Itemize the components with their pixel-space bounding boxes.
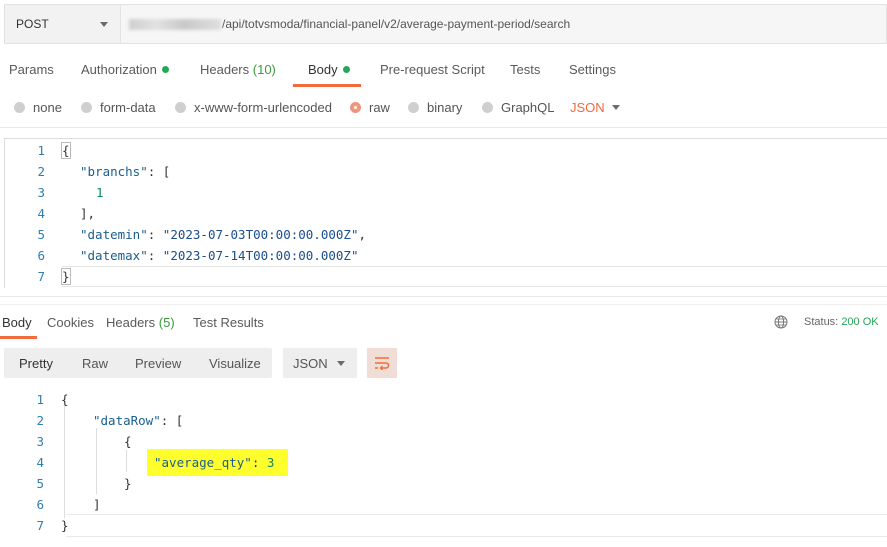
status-badge: 200 OK bbox=[841, 316, 879, 328]
line-number: 1 bbox=[37, 143, 45, 158]
divider bbox=[0, 127, 887, 128]
radio-icon bbox=[14, 102, 25, 113]
code-line: } bbox=[61, 518, 69, 533]
radio-none[interactable]: none bbox=[14, 100, 62, 115]
tab-tests[interactable]: Tests bbox=[510, 62, 540, 77]
radio-icon bbox=[408, 102, 419, 113]
status-readout: Status: 200 OK bbox=[804, 316, 879, 328]
code-line: { bbox=[61, 392, 69, 407]
radio-icon bbox=[81, 102, 92, 113]
code-line: { bbox=[61, 142, 71, 159]
radio-raw[interactable]: raw bbox=[350, 100, 390, 115]
view-mode-group: Pretty Raw Preview Visualize bbox=[4, 348, 272, 378]
tab-response-body[interactable]: Body bbox=[2, 315, 32, 330]
wrap-lines-button[interactable] bbox=[367, 348, 397, 378]
line-number: 7 bbox=[36, 518, 44, 533]
line-number: 5 bbox=[37, 227, 45, 242]
url-input[interactable]: /api/totvsmoda/financial-panel/v2/averag… bbox=[120, 4, 887, 44]
line-number: 1 bbox=[36, 392, 44, 407]
tab-response-headers[interactable]: Headers (5) bbox=[106, 315, 175, 330]
response-format-select[interactable]: JSON bbox=[283, 348, 357, 378]
body-type-selector: none form-data x-www-form-urlencoded raw… bbox=[0, 96, 887, 120]
line-number: 5 bbox=[36, 476, 44, 491]
view-raw-button[interactable]: Raw bbox=[82, 356, 108, 371]
tab-settings[interactable]: Settings bbox=[569, 62, 616, 77]
radio-form-data[interactable]: form-data bbox=[81, 100, 156, 115]
tab-cookies[interactable]: Cookies bbox=[47, 315, 94, 330]
method-label: POST bbox=[16, 17, 49, 31]
wrap-lines-icon bbox=[375, 357, 390, 370]
code-line: "datemax": "2023-07-14T00:00:00.000Z" bbox=[80, 248, 359, 263]
radio-graphql[interactable]: GraphQL bbox=[482, 100, 554, 115]
code-line: } bbox=[124, 476, 132, 491]
url-bar: POST /api/totvsmoda/financial-panel/v2/a… bbox=[4, 4, 887, 44]
code-line: ] bbox=[93, 497, 101, 512]
view-visualize-button[interactable]: Visualize bbox=[209, 356, 261, 371]
active-tab-indicator bbox=[0, 336, 37, 339]
code-line: 1 bbox=[96, 185, 104, 200]
tab-headers[interactable]: Headers (10) bbox=[200, 62, 276, 77]
line-number: 4 bbox=[36, 455, 44, 470]
raw-format-select[interactable]: JSON bbox=[570, 100, 605, 115]
radio-x-www-form-urlencoded[interactable]: x-www-form-urlencoded bbox=[175, 100, 332, 115]
line-number: 2 bbox=[36, 413, 44, 428]
divider bbox=[0, 296, 887, 297]
line-number: 6 bbox=[37, 248, 45, 263]
tab-authorization[interactable]: Authorization bbox=[81, 62, 169, 77]
radio-selected-icon bbox=[350, 102, 361, 113]
method-select[interactable]: POST bbox=[4, 4, 120, 44]
tab-pre-request-script[interactable]: Pre-request Script bbox=[380, 62, 485, 77]
code-line: "dataRow": [ bbox=[93, 413, 184, 428]
chevron-down-icon bbox=[337, 361, 345, 366]
code-line: "branchs": [ bbox=[80, 164, 171, 179]
response-body-viewer[interactable]: 1 { 2 "dataRow": [ 3 { 4 "average_qty": … bbox=[4, 388, 887, 538]
response-tabs: Body Cookies Headers (5) Test Results St… bbox=[0, 308, 887, 339]
request-tabs: Params Authorization Headers (10) Body P… bbox=[0, 56, 887, 87]
chevron-down-icon[interactable] bbox=[612, 105, 620, 110]
redacted-host bbox=[129, 18, 221, 30]
line-number: 4 bbox=[37, 206, 45, 221]
line-number: 6 bbox=[36, 497, 44, 512]
status-dot-icon bbox=[161, 66, 169, 73]
active-tab-indicator bbox=[293, 84, 361, 87]
code-line: "datemin": "2023-07-03T00:00:00.000Z", bbox=[80, 227, 366, 242]
line-number: 3 bbox=[36, 434, 44, 449]
tab-params[interactable]: Params bbox=[9, 62, 54, 77]
divider bbox=[0, 304, 887, 305]
tab-test-results[interactable]: Test Results bbox=[193, 315, 264, 330]
radio-icon bbox=[175, 102, 186, 113]
request-body-editor[interactable]: 1 { 2 "branchs": [ 3 1 4 ], 5 "datemin":… bbox=[4, 138, 887, 288]
active-line-highlight bbox=[62, 266, 887, 287]
url-path: /api/totvsmoda/financial-panel/v2/averag… bbox=[222, 17, 571, 31]
code-line: { bbox=[124, 434, 132, 449]
status-dot-icon bbox=[342, 66, 350, 73]
line-number: 3 bbox=[37, 185, 45, 200]
tab-body[interactable]: Body bbox=[308, 62, 350, 77]
radio-icon bbox=[482, 102, 493, 113]
line-number: 2 bbox=[37, 164, 45, 179]
view-preview-button[interactable]: Preview bbox=[135, 356, 181, 371]
chevron-down-icon bbox=[100, 22, 108, 27]
code-line: ], bbox=[80, 206, 96, 221]
code-line: } bbox=[61, 268, 71, 285]
response-format-label: JSON bbox=[293, 355, 328, 371]
view-pretty-button[interactable]: Pretty bbox=[19, 356, 53, 371]
radio-binary[interactable]: binary bbox=[408, 100, 462, 115]
globe-icon[interactable] bbox=[774, 315, 788, 329]
code-line: "average_qty": 3 bbox=[154, 455, 275, 470]
line-number: 7 bbox=[37, 269, 45, 284]
